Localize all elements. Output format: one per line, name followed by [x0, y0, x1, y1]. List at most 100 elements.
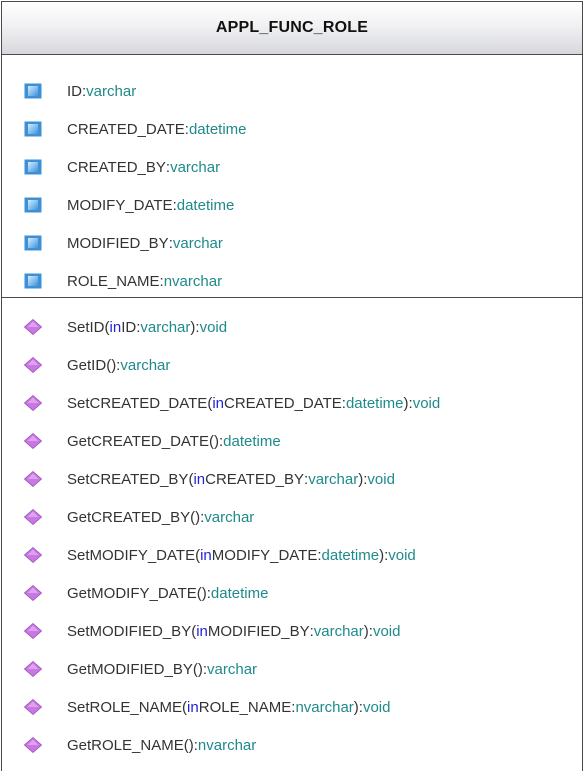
- close-paren: ):: [188, 736, 198, 754]
- operations-compartment: SetID(in ID: varchar): void GetID(): varchar…: [2, 298, 582, 764]
- operation-name: GetID: [67, 356, 107, 374]
- parameter-type: nvarchar: [295, 698, 354, 716]
- operation-row[interactable]: SetCREATED_DATE(in CREATED_DATE: datetime…: [2, 384, 582, 422]
- operation-name: SetCREATED_BY: [67, 470, 189, 488]
- operation-row[interactable]: GetCREATED_DATE(): datetime: [2, 422, 582, 460]
- operation-icon: [24, 547, 42, 563]
- return-type: void: [367, 470, 395, 488]
- attribute-type: varchar: [172, 234, 223, 252]
- attribute-name: ID: [67, 82, 82, 100]
- attribute-name: CREATED_DATE: [67, 120, 185, 138]
- operation-name: GetMODIFIED_BY: [67, 660, 193, 678]
- close-paren: ):: [379, 546, 389, 564]
- operation-icon: [24, 509, 42, 525]
- operation-row[interactable]: SetMODIFIED_BY(in MODIFIED_BY: varchar): v…: [2, 612, 582, 650]
- param-direction-keyword: in: [187, 698, 199, 716]
- operation-row[interactable]: GetMODIFIED_BY(): varchar: [2, 650, 582, 688]
- operation-row[interactable]: SetID(in ID: varchar): void: [2, 308, 582, 346]
- operation-row[interactable]: GetCREATED_BY(): varchar: [2, 498, 582, 536]
- close-paren: ):: [190, 318, 200, 336]
- attribute-type: varchar: [170, 158, 221, 176]
- return-type: varchar: [207, 660, 258, 678]
- attribute-icon: [24, 273, 42, 289]
- operation-name: GetMODIFY_DATE: [67, 584, 197, 602]
- attribute-name: MODIFIED_BY: [67, 234, 169, 252]
- operation-icon: [24, 661, 42, 677]
- attribute-icon: [24, 83, 42, 99]
- return-type: void: [412, 394, 441, 412]
- operation-icon: [24, 395, 42, 411]
- operation-icon: [24, 433, 42, 449]
- attribute-row[interactable]: CREATED_DATE: datetime: [2, 110, 582, 148]
- param-direction-keyword: in: [196, 622, 208, 640]
- attribute-row[interactable]: ROLE_NAME: nvarchar: [2, 262, 582, 300]
- attribute-row[interactable]: ID: varchar: [2, 72, 582, 110]
- parameter-type: varchar: [308, 470, 359, 488]
- parameter-type: varchar: [140, 318, 191, 336]
- parameter-name: ID: [121, 318, 137, 336]
- attribute-type: varchar: [86, 82, 137, 100]
- operation-name: SetMODIFIED_BY: [67, 622, 192, 640]
- operation-row[interactable]: SetROLE_NAME(in ROLE_NAME: nvarchar): void: [2, 688, 582, 726]
- operation-row[interactable]: GetID(): varchar: [2, 346, 582, 384]
- parameter-type: datetime: [321, 546, 380, 564]
- parameter-type: varchar: [313, 622, 364, 640]
- operation-name: SetID: [67, 318, 105, 336]
- close-paren: ):: [358, 470, 368, 488]
- class-name: APPL_FUNC_ROLE: [215, 19, 369, 36]
- operation-row[interactable]: SetCREATED_BY(in CREATED_BY: varchar): voi…: [2, 460, 582, 498]
- operation-name: GetROLE_NAME: [67, 736, 184, 754]
- attribute-name: CREATED_BY: [67, 158, 166, 176]
- return-type: nvarchar: [197, 736, 257, 754]
- parameter-name: MODIFIED_BY: [207, 622, 310, 640]
- operation-row[interactable]: SetMODIFY_DATE(in MODIFY_DATE: datetime):…: [2, 536, 582, 574]
- attribute-row[interactable]: MODIFIED_BY: varchar: [2, 224, 582, 262]
- operation-icon: [24, 699, 42, 715]
- close-paren: ):: [111, 356, 121, 374]
- close-paren: ):: [353, 698, 363, 716]
- attribute-icon: [24, 159, 42, 175]
- close-paren: ):: [195, 508, 205, 526]
- close-paren: ):: [403, 394, 413, 412]
- operation-name: GetCREATED_BY: [67, 508, 191, 526]
- operation-icon: [24, 471, 42, 487]
- attribute-type: nvarchar: [163, 272, 223, 290]
- class-header: APPL_FUNC_ROLE: [2, 2, 582, 55]
- close-paren: ):: [197, 660, 208, 678]
- param-direction-keyword: in: [109, 318, 122, 336]
- parameter-type: datetime: [345, 394, 404, 412]
- param-direction-keyword: in: [200, 546, 212, 564]
- close-paren: ):: [201, 584, 211, 602]
- operation-name: SetROLE_NAME: [67, 698, 183, 716]
- operation-row[interactable]: GetROLE_NAME(): nvarchar: [2, 726, 582, 764]
- attribute-type: datetime: [176, 196, 235, 214]
- return-type: void: [199, 318, 228, 336]
- attribute-icon: [24, 121, 42, 137]
- return-type: datetime: [210, 584, 269, 602]
- return-type: void: [388, 546, 416, 564]
- close-paren: ):: [363, 622, 373, 640]
- parameter-name: CREATED_BY: [205, 470, 305, 488]
- operation-row[interactable]: GetMODIFY_DATE(): datetime: [2, 574, 582, 612]
- operation-name: SetMODIFY_DATE: [67, 546, 196, 564]
- return-type: varchar: [204, 508, 255, 526]
- uml-class-box[interactable]: APPL_FUNC_ROLE ID: varchar CREATED_DATE: da…: [1, 1, 583, 771]
- attribute-row[interactable]: CREATED_BY: varchar: [2, 148, 582, 186]
- parameter-name: MODIFY_DATE: [211, 546, 318, 564]
- operation-name: SetCREATED_DATE: [67, 394, 208, 412]
- attribute-icon: [24, 197, 42, 213]
- operation-name: GetCREATED_DATE: [67, 432, 209, 450]
- attribute-type: datetime: [188, 120, 247, 138]
- operation-icon: [24, 319, 42, 335]
- param-direction-keyword: in: [212, 394, 224, 412]
- return-type: void: [362, 698, 391, 716]
- return-type: datetime: [223, 432, 281, 450]
- operation-icon: [24, 357, 42, 373]
- attribute-row[interactable]: MODIFY_DATE: datetime: [2, 186, 582, 224]
- attributes-compartment: ID: varchar CREATED_DATE: datetime CREATED_B…: [2, 55, 582, 298]
- attribute-icon: [24, 235, 42, 251]
- attribute-name: MODIFY_DATE: [67, 196, 173, 214]
- attribute-name: ROLE_NAME: [67, 272, 160, 290]
- operation-icon: [24, 737, 42, 753]
- parameter-name: ROLE_NAME: [198, 698, 292, 716]
